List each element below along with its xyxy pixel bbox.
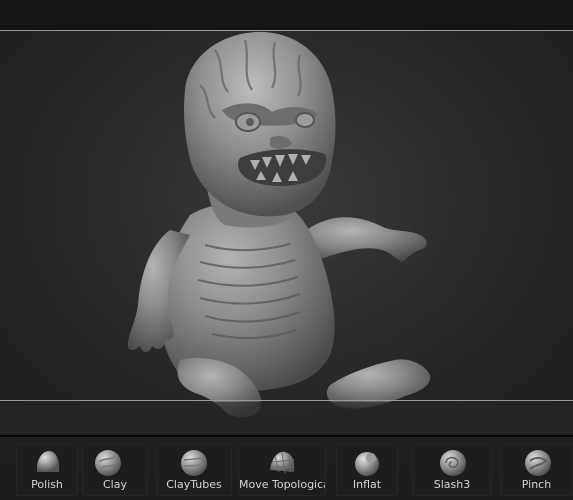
brush-move-topological-button[interactable]: Move Topologica — [238, 444, 326, 496]
brush-label: Slash3 — [433, 478, 471, 491]
creature-right-eye — [295, 112, 315, 128]
viewport-floor — [0, 402, 573, 432]
brush-label: Inflat — [352, 478, 382, 491]
inflat-brush-icon — [355, 452, 379, 476]
sculpted-creature-model[interactable] — [0, 30, 573, 432]
pinch-brush-icon — [525, 450, 551, 476]
brush-label: Pinch — [521, 478, 552, 491]
claytubes-brush-icon — [181, 450, 207, 476]
sculpting-app: Polish Clay ClayTubes Move Topologica In… — [0, 0, 573, 500]
brush-label: ClayTubes — [166, 478, 222, 491]
creature-right-foot — [326, 359, 431, 409]
brush-clay-button[interactable]: Clay — [82, 444, 148, 496]
brush-polish-button[interactable]: Polish — [16, 444, 78, 496]
brush-inflat-button[interactable]: Inflat — [336, 444, 398, 496]
move-topological-brush-icon — [270, 451, 295, 474]
brush-label: Clay — [103, 478, 127, 491]
brush-label: Polish — [31, 478, 63, 491]
creature-left-pupil — [246, 118, 254, 126]
top-toolbar-strip — [0, 0, 573, 30]
brush-claytubes-button[interactable]: ClayTubes — [156, 444, 232, 496]
shelf-divider — [0, 435, 573, 437]
brush-pinch-button[interactable]: Pinch — [500, 444, 573, 496]
polish-brush-icon — [36, 451, 60, 472]
brush-label: Move Topologica — [239, 478, 325, 491]
viewport-bottom-guide-line — [0, 400, 573, 401]
clay-brush-icon — [95, 450, 121, 476]
slash3-brush-icon — [440, 450, 466, 476]
brush-slash3-button[interactable]: Slash3 — [412, 444, 492, 496]
canvas-viewport[interactable] — [0, 30, 573, 432]
